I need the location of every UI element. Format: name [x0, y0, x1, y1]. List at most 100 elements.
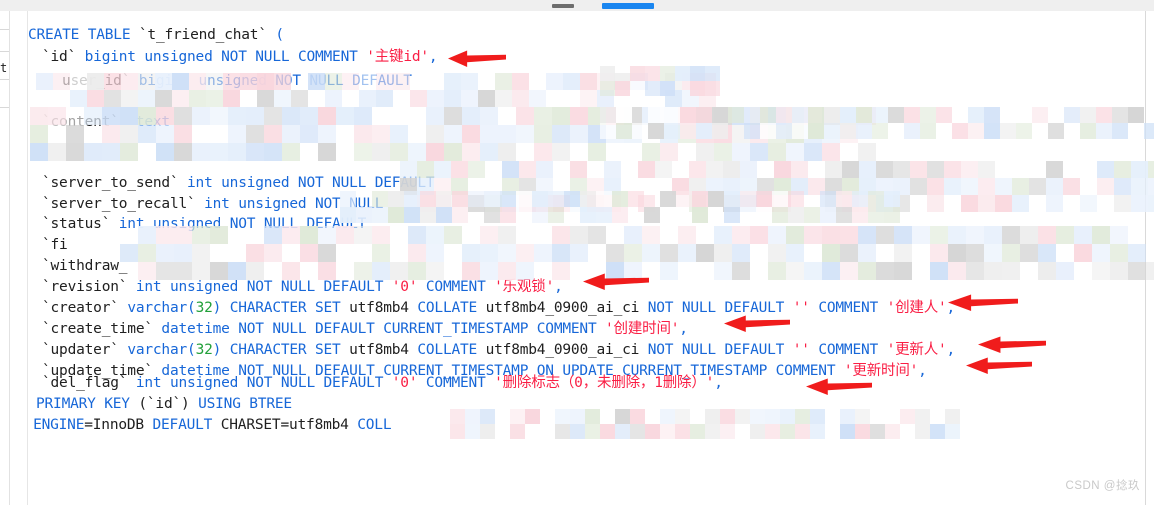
code-token: NOT [297, 175, 324, 191]
code-token: text [135, 114, 170, 130]
code-token: CURRENT_TIMESTAMP [383, 321, 529, 337]
code-token: '乐观锁' [494, 279, 555, 295]
code-token: CHARACTER [229, 300, 307, 316]
code-token: COMMENT [818, 342, 879, 358]
code-token: , [918, 363, 927, 379]
code-token: DEFAULT [314, 321, 375, 337]
code-token: NULL [681, 342, 716, 358]
code-token: CHARACTER [229, 342, 307, 358]
code-token: USING [198, 396, 241, 412]
code-token: `t_friend_chat` [138, 27, 267, 43]
window-control-mark[interactable] [552, 4, 574, 8]
code-token: NOT [246, 375, 273, 391]
code-token: '0' [391, 375, 418, 391]
code-line: CREATE TABLE `t_friend_chat` ( [28, 25, 284, 46]
code-token: '' [792, 342, 810, 358]
window-chrome-bar [0, 0, 1154, 11]
code-token: '创建人' [886, 300, 947, 316]
active-tab-indicator[interactable] [602, 3, 654, 9]
code-token: NULL [263, 216, 298, 232]
code-token: , [714, 375, 723, 391]
rail-marker-glyph: t [0, 61, 8, 75]
code-line: `del_flag` int unsigned NOT NULL DEFAULT… [42, 373, 723, 394]
code-token: unsigned [238, 196, 307, 212]
code-token: '更新时间' [843, 363, 919, 379]
code-token: InnoDB [92, 417, 144, 433]
code-token: varchar [127, 342, 188, 358]
code-token: `revision` [42, 279, 128, 295]
code-token: CREATE [28, 27, 80, 43]
code-token: ) [212, 300, 222, 316]
code-token: '删除标志（0，未删除，1删除）' [494, 375, 715, 391]
code-token: ( [187, 342, 196, 358]
editor-right-edge-scrollbar[interactable] [1145, 11, 1154, 505]
code-token: unsigned [169, 279, 239, 295]
code-line: `status` int unsigned NOT NULL DEFAULT [42, 214, 366, 235]
code-token: , [554, 279, 563, 295]
code-token: NOT [238, 321, 264, 337]
code-token: `updater` [42, 342, 119, 358]
code-token: (`id`) [138, 396, 190, 412]
code-token: NOT [221, 49, 247, 65]
code-token: int [135, 279, 162, 295]
code-token: utf8mb4_0900_ai_ci [485, 342, 640, 358]
code-content[interactable]: CREATE TABLE `t_friend_chat` (`id` bigin… [28, 11, 1145, 505]
csdn-watermark: CSDN @捻玖 [1065, 480, 1140, 492]
code-token: COLLATE [417, 300, 478, 316]
code-token: NULL [272, 321, 307, 337]
code-token: NULL [280, 279, 315, 295]
code-token: `withdraw_ [42, 258, 128, 274]
code-token: CHARSET [220, 417, 281, 433]
code-line: `creator` varchar(32) CHARACTER SET utf8… [42, 298, 955, 319]
code-token: utf8mb4 [349, 342, 409, 358]
code-token: NOT [229, 216, 256, 232]
code-line: `id` bigint unsigned NOT NULL COMMENT '主… [42, 47, 438, 68]
code-line: user_id` bigint unsigned NOT NULL DEFAUL… [62, 71, 412, 92]
code-token: , [679, 321, 688, 337]
code-token: BTREE [249, 396, 292, 412]
code-token: NULL [309, 73, 344, 89]
code-token: varchar [127, 300, 188, 316]
code-token: unsigned [144, 49, 213, 65]
code-token: `del_flag` [42, 375, 128, 391]
code-token: COLL [357, 417, 392, 433]
code-token: NULL [255, 49, 290, 65]
code-token: DEFAULT [323, 279, 384, 295]
code-token: = [280, 417, 289, 433]
code-line: ) ENGINE=InnoDB DEFAULT CHARSET=utf8mb4 … [28, 415, 392, 436]
code-token: '0' [391, 279, 418, 295]
code-token: NULL [332, 175, 367, 191]
code-token: DEFAULT [374, 175, 435, 191]
